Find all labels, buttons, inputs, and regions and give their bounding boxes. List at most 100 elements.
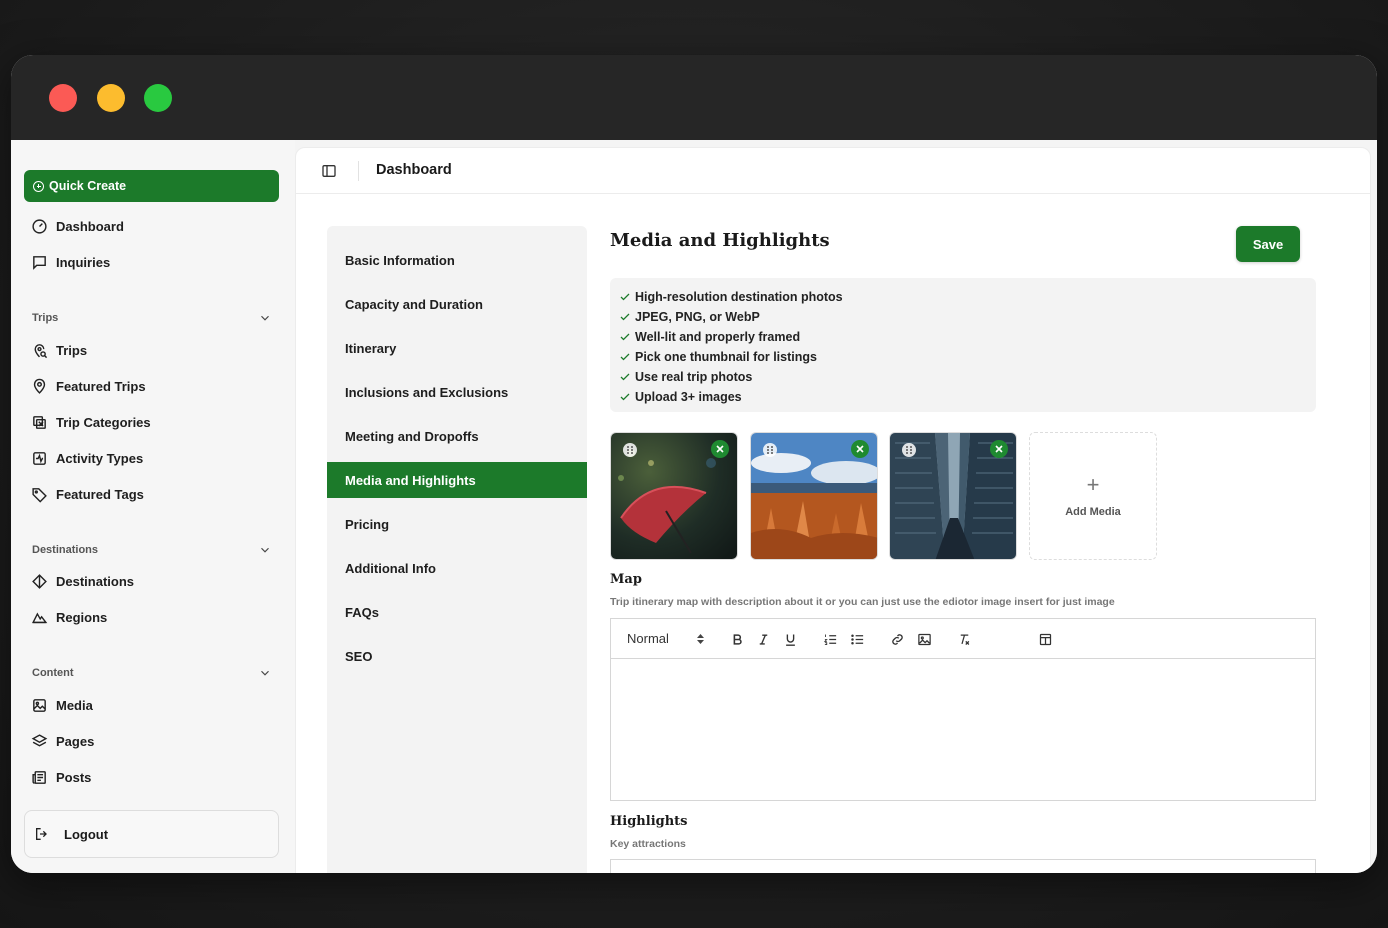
page-title: Dashboard (376, 162, 452, 178)
close-window-button[interactable] (49, 84, 77, 112)
upload-guidelines: High-resolution destination photos JPEG,… (610, 278, 1316, 412)
newspaper-icon (32, 770, 46, 784)
highlights-editor[interactable] (610, 859, 1316, 873)
drag-handle[interactable] (902, 443, 916, 457)
add-media-button[interactable]: + Add Media (1029, 432, 1157, 560)
app-window: Quick Create Dashboard Inquiries Trips T… (11, 55, 1377, 873)
sidebar-toggle-icon[interactable] (321, 163, 337, 179)
media-thumbnail[interactable] (610, 432, 738, 560)
sidebar-item-label: Regions (56, 609, 108, 625)
guideline-text: High-resolution destination photos (635, 290, 843, 304)
drag-handle[interactable] (763, 443, 777, 457)
step-pricing[interactable]: Pricing (327, 506, 587, 542)
logout-icon (36, 828, 47, 840)
sidebar-item-regions[interactable]: Regions (31, 606, 107, 628)
close-icon (995, 445, 1003, 453)
image-icon (917, 633, 931, 645)
step-faqs[interactable]: FAQs (327, 594, 587, 630)
minimize-window-button[interactable] (97, 84, 125, 112)
map-rich-text-editor: Normal (610, 618, 1316, 801)
sidebar-item-featured-trips[interactable]: Featured Trips (31, 375, 146, 397)
ordered-list-button[interactable] (822, 631, 838, 647)
sidebar: Quick Create Dashboard Inquiries Trips T… (11, 140, 295, 873)
step-itinerary[interactable]: Itinerary (327, 330, 587, 366)
format-select[interactable]: Normal (627, 631, 669, 646)
sidebar-item-trip-categories[interactable]: Trip Categories (31, 411, 151, 433)
sidebar-item-label: Destinations (56, 573, 135, 589)
activity-icon (33, 451, 46, 465)
underline-button[interactable] (782, 631, 798, 647)
sidebar-item-label: Media (56, 697, 93, 713)
sidebar-item-activity-types[interactable]: Activity Types (31, 447, 143, 469)
mountain-icon (31, 611, 48, 623)
table-button[interactable] (1037, 631, 1053, 647)
bold-button[interactable] (729, 631, 745, 647)
sidebar-item-trips[interactable]: Trips (31, 339, 87, 361)
guideline-item: High-resolution destination photos (619, 287, 1316, 307)
grip-icon (767, 446, 773, 454)
quick-create-button[interactable]: Quick Create (24, 170, 279, 202)
chevron-down-icon (261, 315, 269, 321)
step-meeting-and-dropoffs[interactable]: Meeting and Dropoffs (327, 418, 587, 454)
sidebar-item-destinations[interactable]: Destinations (31, 570, 134, 592)
step-navigation: Basic Information Capacity and Duration … (327, 226, 587, 873)
link-button[interactable] (889, 631, 905, 647)
top-bar: Dashboard (296, 148, 1370, 194)
remove-media-button[interactable] (990, 440, 1008, 458)
guideline-text: Upload 3+ images (635, 390, 742, 404)
guideline-item: Pick one thumbnail for listings (619, 347, 1316, 367)
remove-media-button[interactable] (711, 440, 729, 458)
group-header-content[interactable]: Content (32, 664, 272, 682)
sidebar-item-pages[interactable]: Pages (31, 730, 94, 752)
select-arrows-icon[interactable] (696, 633, 705, 645)
category-icon (33, 415, 46, 429)
bold-icon (733, 633, 742, 645)
layers-icon (31, 733, 48, 747)
underline-icon (785, 634, 795, 646)
logout-button[interactable]: Logout (24, 810, 279, 858)
sidebar-item-media[interactable]: Media (31, 694, 93, 716)
step-media-and-highlights[interactable]: Media and Highlights (327, 462, 587, 498)
step-additional-info[interactable]: Additional Info (327, 550, 587, 586)
sidebar-item-label: Inquiries (56, 254, 111, 270)
image-icon (33, 698, 46, 712)
drag-handle[interactable] (623, 443, 637, 457)
italic-button[interactable] (755, 631, 771, 647)
step-seo[interactable]: SEO (327, 638, 587, 674)
sidebar-item-label: Activity Types (56, 450, 144, 466)
media-thumbnail[interactable] (889, 432, 1017, 560)
message-square-icon (33, 255, 46, 270)
check-icon (620, 373, 630, 381)
add-media-label: Add Media (1065, 506, 1121, 518)
group-header-trips[interactable]: Trips (32, 309, 272, 327)
group-title: Destinations (32, 544, 99, 556)
highlights-section-description: Key attractions (610, 838, 686, 850)
media-thumbnail[interactable] (750, 432, 878, 560)
group-header-destinations[interactable]: Destinations (32, 541, 272, 559)
save-button[interactable]: Save (1236, 226, 1300, 262)
sidebar-item-inquiries[interactable]: Inquiries (31, 251, 110, 273)
italic-icon (759, 633, 767, 645)
sidebar-item-label: Featured Trips (56, 378, 146, 394)
remove-media-button[interactable] (851, 440, 869, 458)
step-capacity-and-duration[interactable]: Capacity and Duration (327, 286, 587, 322)
insert-image-button[interactable] (916, 631, 932, 647)
map-editor-body[interactable] (611, 659, 1315, 800)
maximize-window-button[interactable] (144, 84, 172, 112)
tag-icon (32, 487, 47, 503)
bullet-list-button[interactable] (849, 631, 865, 647)
step-inclusions-and-exclusions[interactable]: Inclusions and Exclusions (327, 374, 587, 410)
sidebar-item-label: Pages (56, 733, 95, 749)
chevron-down-icon (261, 547, 269, 553)
guideline-text: Well-lit and properly framed (635, 330, 801, 344)
clear-format-button[interactable] (956, 631, 972, 647)
check-icon (620, 353, 630, 361)
sidebar-item-featured-tags[interactable]: Featured Tags (31, 483, 144, 505)
map-section-title: Map (610, 572, 642, 587)
guideline-item: JPEG, PNG, or WebP (619, 307, 1316, 327)
step-basic-information[interactable]: Basic Information (327, 242, 587, 278)
sidebar-item-posts[interactable]: Posts (31, 766, 91, 788)
sidebar-item-label: Posts (56, 769, 92, 785)
sidebar-item-dashboard[interactable]: Dashboard (31, 215, 124, 237)
sidebar-item-label: Trip Categories (56, 414, 151, 430)
